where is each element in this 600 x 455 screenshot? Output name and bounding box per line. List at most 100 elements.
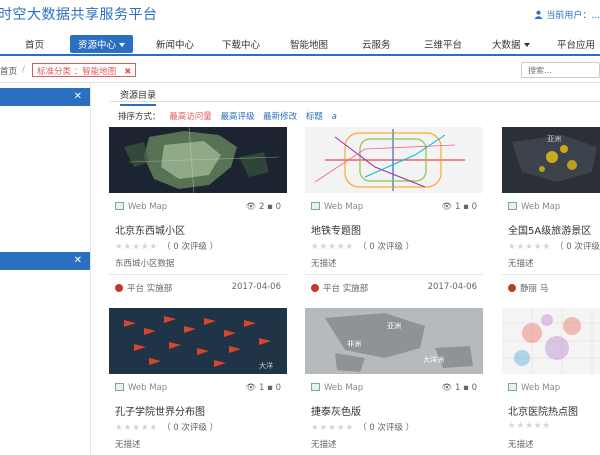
resource-card[interactable]: Web Map 北京医院热点图 ★★★★★ 无描述: [502, 308, 600, 455]
map-label: 亚洲: [387, 322, 401, 330]
nav-smart-map[interactable]: 智能地图: [290, 37, 328, 51]
resource-card[interactable]: 亚洲 非洲 大洋洲 Web Map 👁 1 ▪ 0 捷泰灰色版 ★★★★★ （ 0…: [305, 308, 483, 455]
eye-icon: 👁: [245, 202, 257, 212]
map-thumbnail[interactable]: [502, 308, 600, 374]
card-title[interactable]: 北京医院热点图: [508, 403, 578, 418]
card-meta: Web Map 👁 2 ▪ 0: [115, 202, 281, 214]
card-owner[interactable]: 平台 实施部: [127, 284, 172, 294]
card-title[interactable]: 北京东西城小区: [115, 222, 185, 237]
close-icon[interactable]: ✖: [124, 67, 131, 77]
map-thumbnail[interactable]: [109, 127, 287, 193]
comment-icon: ▪: [267, 202, 273, 212]
nav-downloads[interactable]: 下载中心: [222, 37, 260, 51]
map-label: 亚洲: [547, 135, 561, 143]
nav-home[interactable]: 首页: [25, 37, 44, 51]
subway-map-icon: [305, 127, 483, 193]
filter-tag[interactable]: 标准分类 ：智能地图 ✖: [32, 63, 137, 77]
card-type: Web Map: [128, 202, 168, 212]
nav-resource-center[interactable]: 资源中心: [70, 35, 134, 53]
user-icon: [534, 10, 543, 19]
dark-world-map-icon: 亚洲: [502, 127, 600, 193]
current-user-label: 当前用户：...: [546, 11, 600, 21]
card-description: 无描述: [508, 259, 534, 269]
resource-card[interactable]: 大洋 Web Map 👁 1 ▪ 0 孔子学院世界分布图 ★★★★★ （ 0 次评…: [109, 308, 287, 455]
card-type: Web Map: [324, 383, 364, 393]
tab-resource-catalog[interactable]: 资源目录: [120, 88, 157, 106]
card-date: 2017-04-06: [427, 282, 477, 292]
card-owner-row: 平台 实施部 2017-04-06: [115, 282, 281, 294]
site-title: 时空大数据共享服务平台: [0, 7, 158, 23]
nav-bigdata[interactable]: 大数据: [492, 37, 530, 51]
star-rating-icon[interactable]: ★★★★★: [115, 423, 158, 433]
nav-3d[interactable]: 三维平台: [424, 37, 462, 51]
dark-satellite-map-icon: [109, 127, 287, 193]
nav-news[interactable]: 新闻中心: [156, 37, 194, 51]
rating-text: （ 0 次评级 ）: [162, 423, 219, 433]
sort-by-title[interactable]: 标题 a: [306, 112, 337, 122]
star-rating-icon[interactable]: ★★★★★: [508, 242, 551, 252]
card-date: 2017-04-06: [231, 282, 281, 292]
eye-icon: 👁: [245, 383, 257, 393]
view-count: 1: [454, 202, 461, 212]
rating-text: （ 0 次评级 ）: [358, 242, 415, 252]
card-meta: Web Map 👁 1 ▪ 0: [115, 383, 281, 395]
card-meta: Web Map 👁 1 ▪ 0: [311, 383, 477, 395]
close-icon[interactable]: ✕: [74, 91, 82, 102]
search-input[interactable]: [521, 62, 600, 78]
map-thumbnail[interactable]: [305, 127, 483, 193]
sidebar-panel-header[interactable]: ✕: [0, 252, 90, 270]
card-title[interactable]: 捷泰灰色版: [311, 403, 361, 418]
card-divider: [502, 274, 600, 275]
card-divider: [305, 274, 483, 275]
nav-cloud[interactable]: 云服务: [362, 37, 391, 51]
header: 时空大数据共享服务平台 当前用户：...: [0, 0, 600, 30]
breadcrumb-home[interactable]: 首页: [0, 65, 17, 77]
comment-count: 0: [471, 383, 477, 393]
card-owner[interactable]: 平台 实施部: [323, 284, 368, 294]
card-description: 无描述: [508, 440, 534, 450]
map-label: 非洲: [347, 339, 361, 348]
eye-icon: 👁: [441, 202, 453, 212]
card-description: 无描述: [115, 440, 141, 450]
view-count: 1: [454, 383, 461, 393]
owner-icon: [508, 284, 516, 292]
card-counts: 👁 1 ▪ 0: [441, 383, 477, 393]
resource-card[interactable]: Web Map 👁 2 ▪ 0 北京东西城小区 ★★★★★ （ 0 次评级 ） 东…: [109, 127, 287, 302]
sort-by-rating[interactable]: 最高评级: [220, 112, 254, 122]
card-title[interactable]: 地铁专题图: [311, 222, 361, 237]
view-count: 2: [258, 202, 265, 212]
sidebar-panel-header[interactable]: ✕: [0, 88, 90, 106]
view-count: 1: [258, 383, 265, 393]
sort-by-modified[interactable]: 最新修改: [263, 112, 297, 122]
comment-icon: ▪: [267, 383, 273, 393]
card-rating: ★★★★★ （ 0 次评级 ）: [115, 240, 218, 252]
resource-card[interactable]: 亚洲 Web Map 全国5A级旅游景区 ★★★★★（ 0 次评级 ） 无描述 …: [502, 127, 600, 302]
nav-apps[interactable]: 平台应用: [557, 37, 595, 51]
card-title[interactable]: 孔子学院世界分布图: [115, 403, 205, 418]
star-rating-icon[interactable]: ★★★★★: [311, 423, 354, 433]
card-type: Web Map: [521, 383, 561, 393]
current-user[interactable]: 当前用户：...: [534, 8, 600, 21]
star-rating-icon[interactable]: ★★★★★: [508, 421, 551, 431]
sort-by-views[interactable]: 最高访问量: [169, 112, 212, 122]
map-thumbnail[interactable]: 亚洲: [502, 127, 600, 193]
card-type: Web Map: [324, 202, 364, 212]
card-rating: ★★★★★: [508, 421, 555, 431]
sort-by-title-suffix: a: [331, 112, 337, 122]
resource-card[interactable]: Web Map 👁 1 ▪ 0 地铁专题图 ★★★★★ （ 0 次评级 ） 无描述…: [305, 127, 483, 302]
web-map-icon: [311, 383, 320, 391]
card-title[interactable]: 全国5A级旅游景区: [508, 222, 591, 237]
star-rating-icon[interactable]: ★★★★★: [115, 242, 158, 252]
map-label: 大洋: [259, 361, 273, 370]
star-rating-icon[interactable]: ★★★★★: [311, 242, 354, 252]
card-owner[interactable]: 静丽 马: [520, 284, 548, 294]
sidebar-divider: [90, 83, 91, 455]
map-thumbnail[interactable]: 亚洲 非洲 大洋洲: [305, 308, 483, 374]
heat-map-icon: [502, 308, 600, 374]
web-map-icon: [115, 383, 124, 391]
comment-icon: ▪: [463, 202, 469, 212]
close-icon[interactable]: ✕: [74, 255, 82, 266]
rating-text: （ 0 次评级 ）: [555, 242, 600, 252]
eye-icon: 👁: [441, 383, 453, 393]
map-thumbnail[interactable]: 大洋: [109, 308, 287, 374]
